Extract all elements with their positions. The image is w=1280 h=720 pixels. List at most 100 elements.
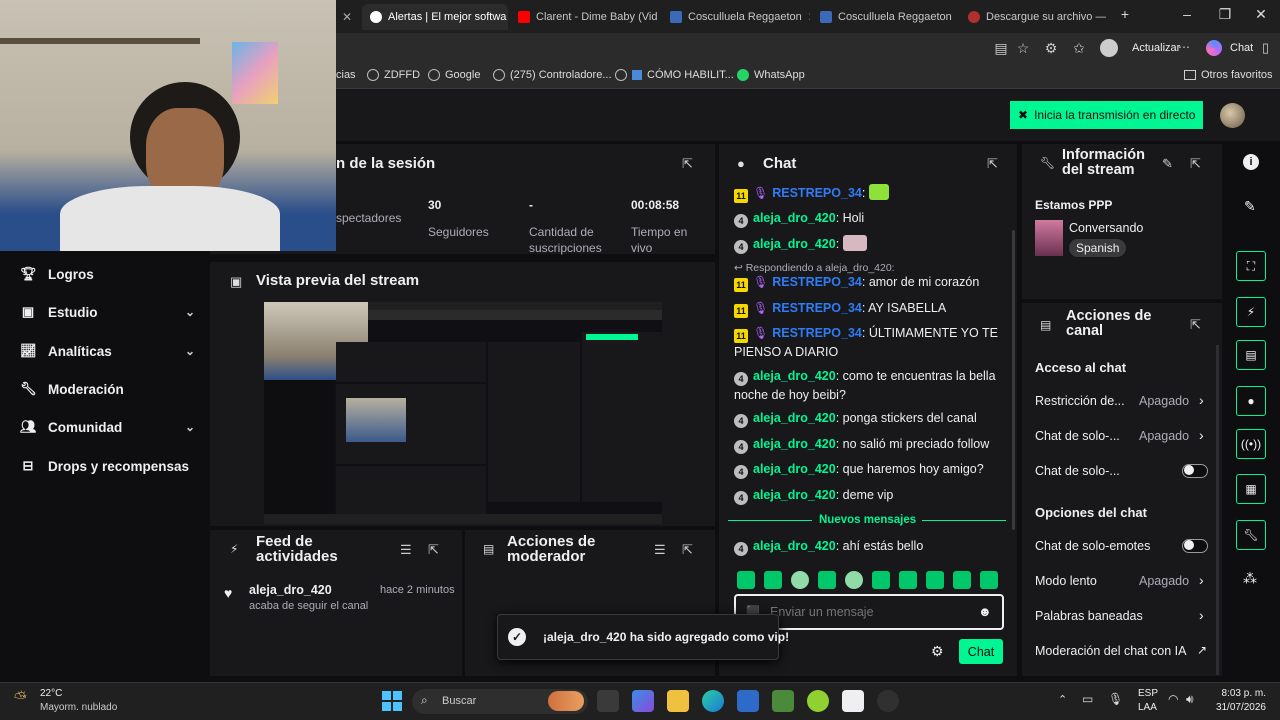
emoji-picker-icon[interactable]: ☻ [978, 604, 992, 619]
user-avatar[interactable] [1220, 103, 1245, 128]
favorites-list-icon[interactable]: ✩ [1070, 40, 1088, 57]
chat-username[interactable]: RESTREPO_34 [772, 301, 862, 315]
quick-action-tools-button[interactable]: 🔧︎ [1236, 520, 1266, 550]
sidebar-item-moderacion[interactable]: 🔧︎ Moderación [20, 377, 195, 401]
popout-icon[interactable]: ⇱ [1190, 156, 1201, 172]
clock-time[interactable]: 8:03 p. m. [1220, 688, 1266, 699]
minecraft-icon[interactable] [772, 690, 794, 712]
task-view-icon[interactable] [597, 690, 619, 712]
language-tag[interactable]: Spanish [1069, 239, 1127, 257]
emote-icon[interactable] [980, 571, 998, 589]
chevron-up-icon[interactable]: ⌃ [1058, 693, 1067, 706]
chat-message[interactable]: 4 aleja_dro_420: que haremos hoy amigo? [734, 460, 1009, 479]
banned-words-label[interactable]: Palabras baneadas [1035, 609, 1143, 623]
emote-only-toggle[interactable] [1182, 539, 1208, 553]
filter-icon[interactable]: ☰ [400, 542, 412, 558]
go-live-button[interactable]: ✖ Inicia la transmisión en directo [1010, 101, 1203, 129]
bookmark-item[interactable]: Google [428, 69, 480, 81]
chat-username[interactable]: aleja_dro_420 [753, 462, 836, 476]
emote-icon[interactable] [872, 571, 890, 589]
bookmark-item[interactable]: WhatsApp [737, 69, 805, 81]
emote-icon[interactable] [899, 571, 917, 589]
chevron-right-icon[interactable]: › [1199, 607, 1204, 623]
bookmark-item[interactable]: ZDFFD [367, 69, 420, 81]
send-chat-button[interactable]: Chat [959, 639, 1003, 664]
store-icon[interactable] [737, 690, 759, 712]
slow-mode-label[interactable]: Modo lento [1035, 574, 1097, 588]
reader-view-icon[interactable]: ▤ [992, 40, 1010, 57]
browser-tab[interactable]: Descargue su archivo —✕ [960, 4, 1106, 30]
window-close-icon[interactable]: ✕ [1246, 6, 1276, 23]
chevron-right-icon[interactable]: › [1199, 572, 1204, 588]
chat-message[interactable]: 4 aleja_dro_420: ahí estás bello [734, 537, 1009, 556]
obs-icon[interactable] [877, 690, 899, 712]
chat-message[interactable]: 4 aleja_dro_420: como te encuentras la be… [734, 367, 1009, 404]
chat-username[interactable]: aleja_dro_420 [753, 369, 836, 383]
chat-message[interactable]: 4 aleja_dro_420: Holi [734, 209, 1009, 228]
edge-browser-icon[interactable] [702, 690, 724, 712]
browser-tab-active[interactable]: Alertas | El mejor softwa✕ [362, 4, 508, 30]
chat-username[interactable]: RESTREPO_34 [772, 186, 862, 200]
quick-action-notes-button[interactable]: ▤ [1236, 340, 1266, 370]
chat-message[interactable]: 4 aleja_dro_420: deme vip [734, 486, 1009, 505]
chat-message[interactable]: 4 aleja_dro_420: ponga stickers del canal [734, 409, 1009, 428]
windows-start-icon[interactable] [382, 691, 402, 711]
emote-icon[interactable] [953, 571, 971, 589]
popout-icon[interactable]: ⇱ [428, 542, 439, 558]
chevron-right-icon[interactable]: › [1199, 427, 1204, 443]
chat-username[interactable]: aleja_dro_420 [753, 539, 836, 553]
chat-message[interactable]: 11 🎙︎ RESTREPO_34: AY ISABELLA [734, 299, 1009, 318]
quick-action-broadcast-button[interactable]: ((•)) [1236, 429, 1266, 459]
popout-icon[interactable]: ⇱ [682, 542, 693, 558]
chat-username[interactable]: RESTREPO_34 [772, 326, 862, 340]
profile-avatar[interactable] [1100, 39, 1118, 57]
copilot-chat-button[interactable]: Chat [1230, 42, 1253, 54]
popout-icon[interactable]: ⇱ [682, 156, 693, 172]
weather-temp[interactable]: 22°C [40, 688, 62, 699]
add-quick-action-icon[interactable]: ⁂ [1243, 570, 1257, 587]
close-icon[interactable]: ✕ [342, 10, 352, 24]
emote-icon[interactable] [818, 571, 836, 589]
extensions-icon[interactable]: ⚙ [1042, 40, 1060, 57]
category-name[interactable]: Conversando [1069, 221, 1143, 235]
quick-action-clip-button[interactable]: ⛶ [1236, 251, 1266, 281]
m365-icon[interactable] [632, 690, 654, 712]
sidebar-toggle-icon[interactable]: ▯ [1262, 40, 1269, 56]
browser-tab[interactable]: Clarent - Dime Baby (Vid✕ [510, 4, 660, 30]
browser-tab[interactable]: Cosculluela Reggaeton ✕ [662, 4, 810, 30]
sidebar-item-drops[interactable]: ⊟ Drops y recompensas [20, 454, 195, 478]
chat-message[interactable]: 11 🎙︎ RESTREPO_34: [734, 184, 1009, 203]
copilot-icon[interactable] [1206, 40, 1222, 56]
subs-only-toggle[interactable] [1182, 464, 1208, 478]
sidebar-item-analiticas[interactable]: 📈︎ Analíticas ⌄ [20, 339, 195, 363]
chat-message[interactable]: 11 🎙︎ RESTREPO_34: ÚLTIMAMENTE YO TE PIENS… [734, 324, 1009, 361]
quick-action-chat-button[interactable]: ● [1236, 386, 1266, 416]
maximize-icon[interactable]: ❐ [1210, 6, 1240, 23]
external-link-icon[interactable]: ↗ [1197, 643, 1207, 657]
chat-username[interactable]: aleja_dro_420 [753, 437, 836, 451]
chat-username[interactable]: aleja_dro_420 [753, 211, 836, 225]
close-icon[interactable]: ✕ [808, 10, 810, 24]
emote-icon[interactable] [926, 571, 944, 589]
restriction-setting-label[interactable]: Restricción de... [1035, 394, 1125, 408]
bookmark-item[interactable]: CÓMO HABILIT... [615, 69, 734, 81]
info-icon[interactable]: i [1243, 154, 1259, 170]
favorite-star-icon[interactable]: ☆ [1014, 40, 1032, 57]
sidebar-item-logros[interactable]: 🏆︎ Logros [20, 262, 195, 286]
sidebar-item-comunidad[interactable]: 👥︎ Comunidad ⌄ [20, 415, 195, 439]
chat-username[interactable]: aleja_dro_420 [753, 488, 836, 502]
chat-message[interactable]: 11 🎙︎ RESTREPO_34: amor de mi corazón [734, 273, 1009, 292]
quick-action-ad-button[interactable]: ▦ [1236, 474, 1266, 504]
other-favorites-folder[interactable]: Otros favoritos [1184, 69, 1273, 81]
chat-username[interactable]: aleja_dro_420 [753, 411, 836, 425]
filter-icon[interactable]: ☰ [654, 542, 666, 558]
capcut-icon[interactable] [842, 690, 864, 712]
file-explorer-icon[interactable] [667, 690, 689, 712]
emote-icon[interactable] [764, 571, 782, 589]
minimize-icon[interactable]: – [1172, 6, 1202, 22]
bookmark-item[interactable]: (275) Controladore... [493, 69, 612, 81]
chat-scrollbar[interactable] [1012, 230, 1015, 530]
bookmark-item[interactable]: cias [336, 69, 356, 81]
panel-scrollbar[interactable] [1216, 345, 1219, 675]
ai-moderation-label[interactable]: Moderación del chat con IA [1035, 644, 1186, 658]
